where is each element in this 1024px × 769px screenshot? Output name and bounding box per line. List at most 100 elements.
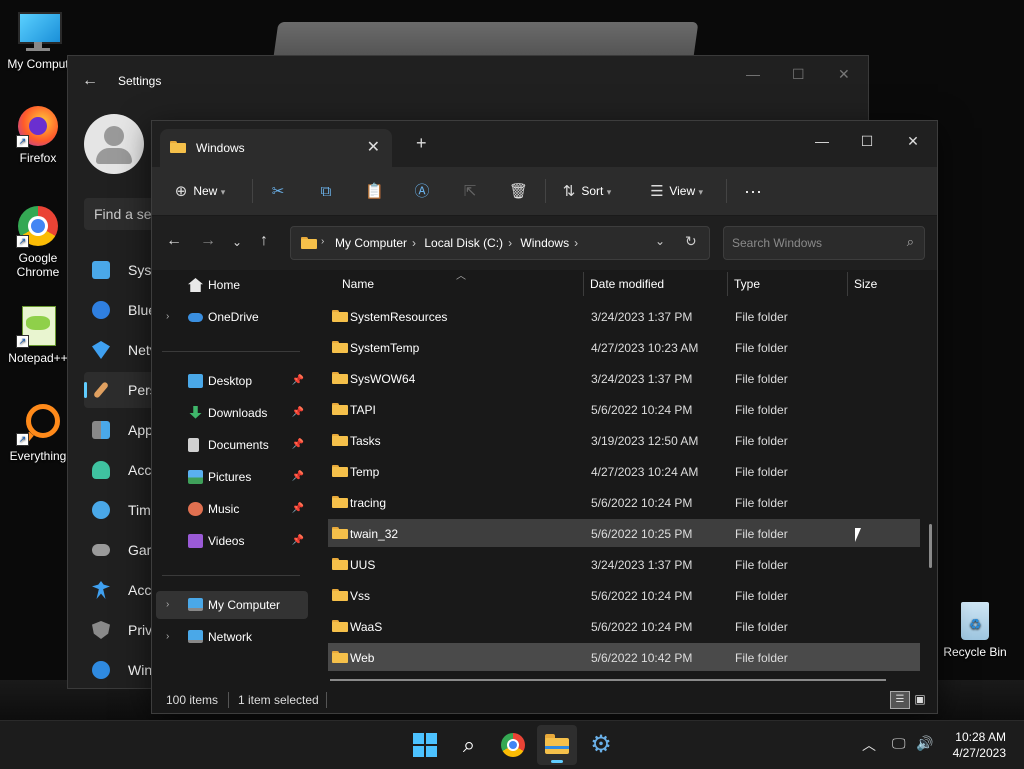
desktop-icon-notepadpp[interactable]: ↗ Notepad++ [0,304,76,365]
sidebar-item-downloads[interactable]: Downloads 📌 [156,399,308,427]
selection-count: 1 item selected [238,693,319,707]
sidebar-item-home[interactable]: Home [156,271,308,299]
copy-icon[interactable]: ⧉ [317,177,335,205]
cut-icon[interactable]: ✂ [269,177,287,205]
recent-chevron-icon[interactable]: ⌄ [232,235,242,249]
horizontal-scrollbar[interactable] [330,679,886,681]
settings-titlebar[interactable]: ← Settings — ☐ ✕ [68,56,868,106]
vertical-scrollbar[interactable] [929,524,932,568]
table-row[interactable]: SystemResources 3/24/2023 1:37 PM File f… [328,302,920,330]
table-row[interactable]: twain_32 5/6/2022 10:25 PM File folder [328,519,920,547]
share-icon[interactable]: ⇱ [461,177,479,205]
music-icon [188,502,203,516]
paste-icon[interactable]: 📋 [365,177,384,205]
desktop-icon-recycle-bin[interactable]: ♻ Recycle Bin [937,598,1013,659]
close-icon[interactable]: ✕ [838,66,850,83]
pin-icon[interactable]: 📌 [292,527,304,555]
refresh-icon[interactable]: ↻ [685,233,697,250]
address-dropdown-icon[interactable]: ⌄ [655,234,665,248]
table-row[interactable]: SystemTemp 4/27/2023 10:23 AM File folde… [328,333,920,361]
sidebar-item-onedrive[interactable]: › OneDrive [156,303,308,331]
address-bar[interactable]: › My Computer › Local Disk (C:) › Windows ›… [290,226,710,260]
windows-logo-icon [413,733,437,757]
table-row[interactable]: Tasks 3/19/2023 12:50 AM File folder [328,426,920,454]
tiles-view-icon[interactable]: ▣ [912,691,928,707]
file-explorer-window[interactable]: Windows ✕ + — ☐ ✕ ⊕ New ▾ ✂ ⧉ 📋 Ⓐ ⇱ 🗑 ⇅ … [151,120,938,714]
table-row[interactable]: TAPI 5/6/2022 10:24 PM File folder [328,395,920,423]
sort-ascending-icon: ︿ [456,271,466,282]
sidebar-item-music[interactable]: Music 📌 [156,495,308,523]
minimize-icon[interactable]: — [800,127,844,155]
delete-icon[interactable]: 🗑 [509,177,528,205]
tab-windows[interactable]: Windows ✕ [160,129,392,167]
table-row[interactable]: WaaS 5/6/2022 10:24 PM File folder [328,612,920,640]
breadcrumb-my-computer[interactable]: My Computer [335,236,407,250]
search-icon[interactable]: ⌕ [455,731,483,759]
desktop-icon-label: Notepad++ [8,351,68,365]
sidebar-item-desktop[interactable]: Desktop 📌 [156,367,308,395]
sidebar-item-network[interactable]: › Network [156,623,308,651]
new-tab-icon[interactable]: + [416,133,427,154]
more-options-icon[interactable]: ··· [744,177,762,205]
table-row[interactable]: tracing 5/6/2022 10:24 PM File folder [328,488,920,516]
table-row[interactable]: SysWOW64 3/24/2023 1:37 PM File folder [328,364,920,392]
maximize-icon[interactable]: ☐ [792,66,805,83]
sort-icon: ⇅ [562,182,576,200]
maximize-icon[interactable]: ☐ [845,127,889,155]
clock-date: 4/27/2023 [952,746,1006,760]
column-header-size[interactable]: Size [854,269,877,299]
volume-icon[interactable]: 🔊 [916,735,933,752]
column-header-type[interactable]: Type [734,269,760,299]
document-icon [188,438,199,452]
back-arrow-icon[interactable]: ← [82,72,98,90]
chrome-taskbar-button[interactable] [499,731,527,759]
back-arrow-icon[interactable]: ← [166,232,182,250]
view-button[interactable]: ☰ View ▾ [648,177,703,205]
table-row[interactable]: Temp 4/27/2023 10:24 AM File folder [328,457,920,485]
table-row[interactable]: Web 5/6/2022 10:42 PM File folder [328,643,920,671]
breadcrumb-local-disk[interactable]: Local Disk (C:) [424,236,503,250]
account-icon [92,461,110,479]
chevron-up-icon[interactable]: ︿ [862,735,876,755]
desktop-icon-label: Recycle Bin [943,645,1007,659]
file-explorer-taskbar-button[interactable] [537,725,577,765]
sidebar-item-videos[interactable]: Videos 📌 [156,527,308,555]
folder-icon [170,141,186,153]
column-header-date[interactable]: Date modified [590,269,664,299]
table-row[interactable]: UUS 3/24/2023 1:37 PM File folder [328,550,920,578]
tab-close-icon[interactable]: ✕ [367,137,380,157]
desktop-icon-firefox[interactable]: ↗ Firefox [0,104,76,165]
details-view-icon[interactable]: ☰ [890,691,910,709]
pin-icon[interactable]: 📌 [292,495,304,523]
column-header-name[interactable]: Name [342,269,374,299]
folder-icon [332,558,348,570]
table-row[interactable]: Vss 5/6/2022 10:24 PM File folder [328,581,920,609]
pin-icon[interactable]: 📌 [292,431,304,459]
forward-arrow-icon[interactable]: → [200,232,216,250]
minimize-icon[interactable]: — [746,66,760,82]
sidebar-item-documents[interactable]: Documents 📌 [156,431,308,459]
system-clock[interactable]: 10:28 AM 4/27/2023 [953,729,1006,761]
rename-icon[interactable]: Ⓐ [413,177,431,205]
desktop-icon-everything[interactable]: ↗ Everything [0,402,76,463]
new-button[interactable]: ⊕ New ▾ [172,177,226,205]
sidebar-item-pictures[interactable]: Pictures 📌 [156,463,308,491]
up-arrow-icon[interactable]: ↑ [260,232,268,250]
search-everything-icon: ↗ [16,402,60,447]
desktop-icon-chrome[interactable]: ↗ Google Chrome [0,204,76,279]
search-input[interactable]: Search Windows ⌕ [723,226,925,260]
breadcrumb-windows[interactable]: Windows [520,236,569,250]
start-button[interactable] [411,731,439,759]
pin-icon[interactable]: 📌 [292,367,304,395]
explorer-tabbar[interactable]: Windows ✕ + — ☐ ✕ [152,121,937,167]
sort-button[interactable]: ⇅ Sort ▾ [560,177,612,205]
pin-icon[interactable]: 📌 [292,463,304,491]
network-monitor-icon[interactable]: 🖵 [892,735,906,752]
desktop-icon-my-computer[interactable]: My Comput [0,10,76,71]
user-avatar[interactable] [84,114,144,174]
sidebar-item-my-computer[interactable]: › My Computer [156,591,308,619]
settings-gear-icon[interactable]: ⚙ [587,731,615,759]
wifi-icon [92,341,110,359]
pin-icon[interactable]: 📌 [292,399,304,427]
close-icon[interactable]: ✕ [891,127,935,155]
